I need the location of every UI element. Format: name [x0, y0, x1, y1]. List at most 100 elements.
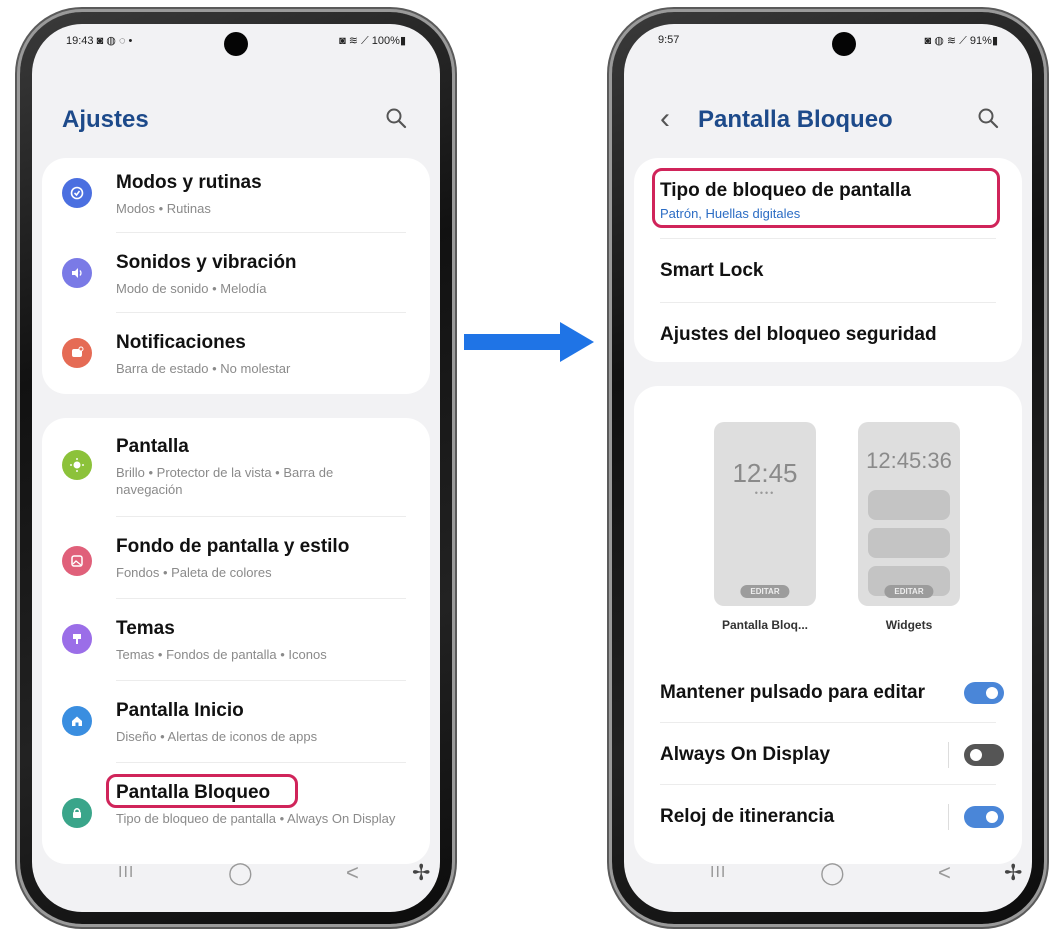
settings-group-1: Modos y rutinas Modos • Rutinas Sonidos … — [42, 158, 430, 394]
divider — [660, 784, 996, 785]
divider — [116, 232, 406, 233]
smart-lock-item[interactable]: Smart Lock — [660, 260, 992, 282]
page-title: Pantalla Bloqueo — [698, 106, 893, 133]
accessibility-icon[interactable]: ✢ — [412, 860, 430, 886]
recents-button[interactable]: III — [118, 864, 134, 882]
widget-placeholder — [868, 528, 950, 558]
toggle-row-hold-to-edit[interactable]: Mantener pulsado para editar — [660, 682, 992, 704]
lock-options-group: Tipo de bloqueo de pantalla Patrón, Huel… — [634, 158, 1022, 362]
right-phone: 9:57 ◙ ◍ ≋ ⟋ 91%▮ ‹ Pantalla Bloqueo Tip… — [612, 12, 1044, 924]
page-title: Ajustes — [62, 106, 149, 133]
settings-item-modes[interactable]: Modos y rutinas Modos • Rutinas — [42, 172, 430, 228]
divider — [116, 598, 406, 599]
roaming-clock-toggle[interactable] — [964, 806, 1004, 828]
left-phone: 19:43 ◙ ◍ ◌ • ◙ ≋ ⟋ 100%▮ Ajustes Modos … — [20, 12, 452, 924]
modes-icon — [62, 178, 92, 208]
display-icon — [62, 450, 92, 480]
navigation-bar: III ◯ < ✢ — [624, 842, 1032, 912]
divider — [116, 312, 406, 313]
divider — [660, 722, 996, 723]
security-settings-label: Ajustes del bloqueo seguridad — [660, 324, 937, 345]
preview-clock: 12:45:36 — [866, 448, 952, 473]
back-button[interactable]: < — [938, 860, 951, 886]
back-arrow-icon[interactable]: ‹ — [660, 102, 670, 136]
settings-item-subtitle: Diseño • Alertas de iconos de apps — [116, 729, 318, 744]
edit-button[interactable]: EDITAR — [884, 585, 934, 598]
home-button[interactable]: ◯ — [820, 860, 845, 886]
widgets-preview[interactable]: 12:45:36 EDITAR — [858, 422, 960, 606]
lock-screen-preview[interactable]: 12:45 •••• EDITAR — [714, 422, 816, 606]
settings-item-home-screen[interactable]: Pantalla Inicio Diseño • Alertas de icon… — [42, 700, 430, 756]
lock-type-highlight — [652, 168, 1000, 228]
widget-placeholder — [868, 490, 950, 520]
settings-item-subtitle: Fondos • Paleta de colores — [116, 565, 272, 580]
settings-item-title: Temas — [116, 618, 175, 639]
preview-clock: 12:45 — [732, 458, 798, 488]
settings-item-display[interactable]: Pantalla Brillo • Protector de la vista … — [42, 436, 430, 506]
recents-button[interactable]: III — [710, 864, 726, 882]
home-icon — [62, 706, 92, 736]
settings-item-notifications[interactable]: Notificaciones Barra de estado • No mole… — [42, 332, 430, 388]
app-header: Ajustes — [32, 96, 440, 144]
app-header: ‹ Pantalla Bloqueo — [624, 96, 1032, 144]
settings-item-subtitle: Barra de estado • No molestar — [116, 361, 291, 376]
lock-icon — [62, 798, 92, 828]
toggle-row-always-on-display[interactable]: Always On Display — [660, 744, 992, 766]
settings-item-title: Pantalla Inicio — [116, 700, 244, 721]
sound-icon — [62, 258, 92, 288]
status-bar: 9:57 ◙ ◍ ≋ ⟋ 91%▮ — [624, 24, 1032, 58]
separator — [948, 804, 949, 830]
hold-to-edit-toggle[interactable] — [964, 682, 1004, 704]
settings-item-subtitle: Brillo • Protector de la vista • Barra d… — [116, 465, 334, 497]
settings-item-title: Fondo de pantalla y estilo — [116, 536, 350, 557]
settings-group-2: Pantalla Brillo • Protector de la vista … — [42, 418, 430, 864]
always-on-display-toggle[interactable] — [964, 744, 1004, 766]
security-settings-item[interactable]: Ajustes del bloqueo seguridad — [660, 324, 992, 346]
edit-button[interactable]: EDITAR — [740, 585, 790, 598]
divider — [660, 302, 996, 303]
preview-label: Pantalla Bloq... — [721, 618, 808, 632]
lock-customization-group: 12:45 •••• EDITAR Pantalla Bloq... 12:45… — [634, 386, 1022, 864]
toggle-label: Always On Display — [660, 744, 831, 765]
back-button[interactable]: < — [346, 860, 359, 886]
front-camera — [224, 32, 248, 56]
divider — [116, 762, 406, 763]
left-screen: 19:43 ◙ ◍ ◌ • ◙ ≋ ⟋ 100%▮ Ajustes Modos … — [32, 24, 440, 912]
status-time: 9:57 — [658, 34, 680, 46]
settings-item-title: Pantalla — [116, 436, 189, 457]
divider — [116, 680, 406, 681]
toggle-knob — [984, 685, 1000, 701]
settings-item-themes[interactable]: Temas Temas • Fondos de pantalla • Icono… — [42, 618, 430, 674]
toggle-knob — [984, 809, 1000, 825]
smart-lock-label: Smart Lock — [660, 260, 764, 281]
home-button[interactable]: ◯ — [228, 860, 253, 886]
divider — [660, 238, 996, 239]
wallpaper-icon — [62, 546, 92, 576]
lock-screen-highlight — [106, 774, 298, 808]
settings-item-title: Notificaciones — [116, 332, 246, 353]
settings-item-title: Sonidos y vibración — [116, 252, 297, 273]
search-icon[interactable] — [384, 106, 408, 130]
settings-item-subtitle: Modos • Rutinas — [116, 201, 211, 216]
separator — [948, 742, 949, 768]
status-time: 19:43 ◙ ◍ ◌ • — [66, 35, 133, 47]
front-camera — [832, 32, 856, 56]
arrow-right-icon — [464, 322, 594, 362]
preview-label: Widgets — [885, 618, 933, 632]
toggle-label: Mantener pulsado para editar — [660, 682, 926, 703]
toggle-label: Reloj de itinerancia — [660, 806, 835, 827]
status-icons: ◙ ◍ ≋ ⟋ 91%▮ — [924, 35, 998, 47]
divider — [116, 516, 406, 517]
right-screen: 9:57 ◙ ◍ ≋ ⟋ 91%▮ ‹ Pantalla Bloqueo Tip… — [624, 24, 1032, 912]
toggle-knob — [968, 747, 984, 763]
settings-item-wallpaper[interactable]: Fondo de pantalla y estilo Fondos • Pale… — [42, 536, 430, 592]
toggle-row-roaming-clock[interactable]: Reloj de itinerancia — [660, 806, 992, 828]
search-icon[interactable] — [976, 106, 1000, 130]
preview-dots: •••• — [754, 488, 776, 498]
settings-item-sounds[interactable]: Sonidos y vibración Modo de sonido • Mel… — [42, 252, 430, 308]
settings-item-title: Modos y rutinas — [116, 172, 262, 193]
accessibility-icon[interactable]: ✢ — [1004, 860, 1022, 886]
settings-item-subtitle: Temas • Fondos de pantalla • Iconos — [116, 647, 327, 662]
status-icons: ◙ ≋ ⟋ 100%▮ — [339, 35, 406, 47]
settings-item-subtitle: Modo de sonido • Melodía — [116, 281, 267, 296]
